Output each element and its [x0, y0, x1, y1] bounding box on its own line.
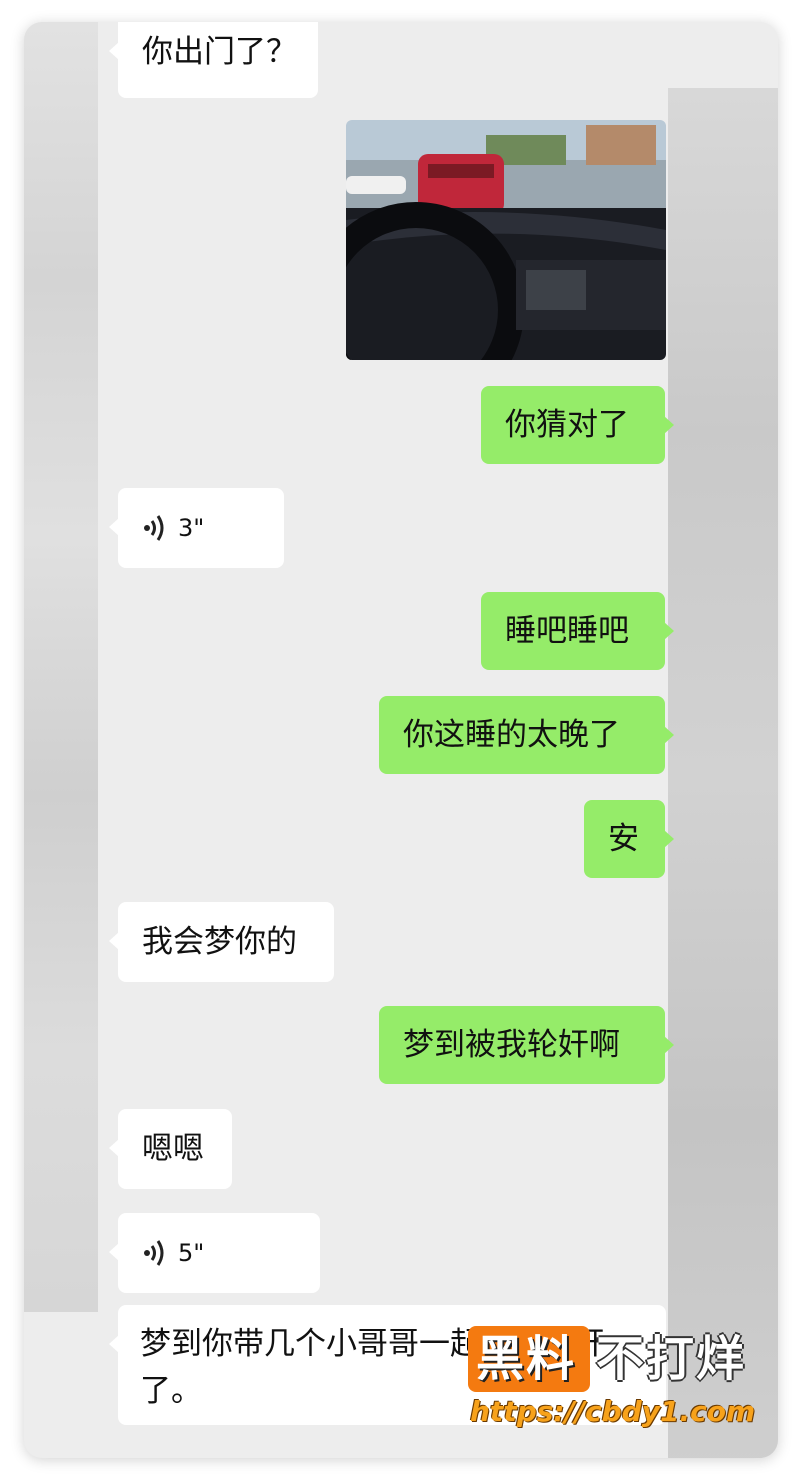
voice-wave-icon	[144, 515, 164, 541]
outgoing-message[interactable]: 你猜对了	[481, 386, 674, 464]
blurred-left-region	[24, 22, 98, 1312]
message-text: 安	[608, 821, 639, 857]
incoming-message[interactable]: 我会梦你的	[109, 902, 334, 982]
message-text: 我会梦你的	[142, 924, 297, 960]
message-text: 梦到被我轮奸啊	[403, 1027, 620, 1063]
incoming-message[interactable]: 嗯嗯	[109, 1109, 232, 1189]
blurred-right-region	[668, 88, 778, 1458]
chat-screenshot: 你出门了？ 你猜对了 3" 睡吧睡吧 你这睡的太晚了 安 我会梦你的 梦到被我轮…	[24, 22, 778, 1458]
incoming-voice-message[interactable]: 3"	[109, 488, 284, 568]
voice-duration: 5"	[178, 1239, 205, 1267]
voice-duration: 3"	[178, 514, 205, 542]
outgoing-message[interactable]: 安	[584, 800, 674, 878]
photo-message[interactable]	[346, 120, 666, 360]
watermark-brand: 黑料	[476, 1331, 577, 1387]
message-text: 你这睡的太晚了	[403, 717, 620, 753]
watermark-brand-suffix: 不打烊	[596, 1331, 747, 1387]
message-text: 你猜对了	[505, 407, 629, 443]
message-text: 你出门了？	[142, 34, 297, 70]
incoming-voice-message[interactable]: 5"	[109, 1213, 320, 1293]
watermark-url: https://cbdy1.com	[470, 1395, 756, 1428]
car-dashboard-photo	[346, 120, 666, 360]
outgoing-message[interactable]: 睡吧睡吧	[481, 592, 674, 670]
outgoing-message[interactable]: 梦到被我轮奸啊	[379, 1006, 674, 1084]
message-text: 嗯嗯	[142, 1131, 204, 1167]
message-text: 睡吧睡吧	[505, 613, 629, 649]
outgoing-message[interactable]: 你这睡的太晚了	[379, 696, 674, 774]
voice-wave-icon	[144, 1240, 164, 1266]
incoming-message[interactable]: 你出门了？	[109, 22, 318, 98]
